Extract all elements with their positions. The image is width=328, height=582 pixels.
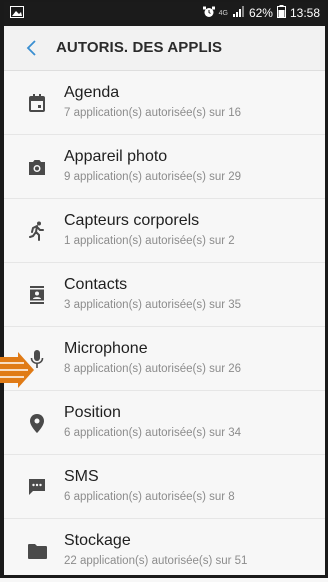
battery-icon [276, 5, 286, 21]
permission-item-stockage[interactable]: Stockage 22 application(s) autorisée(s) … [0, 519, 328, 582]
contacts-icon [25, 283, 49, 307]
app-bar: AUTORIS. DES APPLIS [0, 26, 328, 71]
location-pin-icon [25, 411, 49, 435]
permission-summary: 7 application(s) autorisée(s) sur 16 [64, 107, 242, 119]
permissions-list: Agenda 7 application(s) autorisée(s) sur… [0, 71, 328, 582]
permission-label: Position [64, 404, 121, 421]
battery-percent: 62% [248, 6, 273, 20]
permission-item-microphone[interactable]: Microphone 8 application(s) autorisée(s)… [0, 327, 328, 391]
network-type: 4G [218, 9, 228, 17]
running-person-icon [25, 219, 49, 243]
alarm-icon [202, 6, 215, 21]
chevron-left-icon[interactable] [22, 38, 42, 58]
permission-label: Agenda [64, 84, 120, 101]
permission-label: SMS [64, 468, 99, 485]
permission-label: Contacts [64, 276, 128, 293]
permission-summary: 22 application(s) autorisée(s) sur 51 [64, 555, 248, 567]
permission-summary: 6 application(s) autorisée(s) sur 34 [64, 427, 242, 439]
image-notification-icon [10, 6, 24, 18]
permission-item-contacts[interactable]: Contacts 3 application(s) autorisée(s) s… [0, 263, 328, 327]
permission-item-agenda[interactable]: Agenda 7 application(s) autorisée(s) sur… [0, 71, 328, 135]
permission-summary: 3 application(s) autorisée(s) sur 35 [64, 299, 242, 311]
signal-icon [232, 6, 245, 20]
permission-item-appareil-photo[interactable]: Appareil photo 9 application(s) autorisé… [0, 135, 328, 199]
message-icon [25, 475, 49, 499]
permission-summary: 9 application(s) autorisée(s) sur 29 [64, 171, 242, 183]
permission-label: Appareil photo [64, 148, 168, 165]
status-bar: 4G 62% 13:58 [0, 0, 328, 26]
permission-item-capteurs-corporels[interactable]: Capteurs corporels 1 application(s) auto… [0, 199, 328, 263]
annotation-arrow-icon [0, 352, 34, 388]
clock: 13:58 [289, 6, 320, 20]
permission-summary: 1 application(s) autorisée(s) sur 2 [64, 235, 235, 247]
permission-summary: 8 application(s) autorisée(s) sur 26 [64, 363, 242, 375]
calendar-icon [25, 91, 49, 115]
camera-icon [25, 155, 49, 179]
page-title: AUTORIS. DES APPLIS [56, 39, 223, 56]
permission-label: Stockage [64, 532, 131, 549]
permission-label: Microphone [64, 340, 148, 357]
permission-item-sms[interactable]: SMS 6 application(s) autorisée(s) sur 8 [0, 455, 328, 519]
permission-item-position[interactable]: Position 6 application(s) autorisée(s) s… [0, 391, 328, 455]
permission-label: Capteurs corporels [64, 212, 200, 229]
permission-summary: 6 application(s) autorisée(s) sur 8 [64, 491, 235, 503]
folder-icon [25, 539, 49, 563]
